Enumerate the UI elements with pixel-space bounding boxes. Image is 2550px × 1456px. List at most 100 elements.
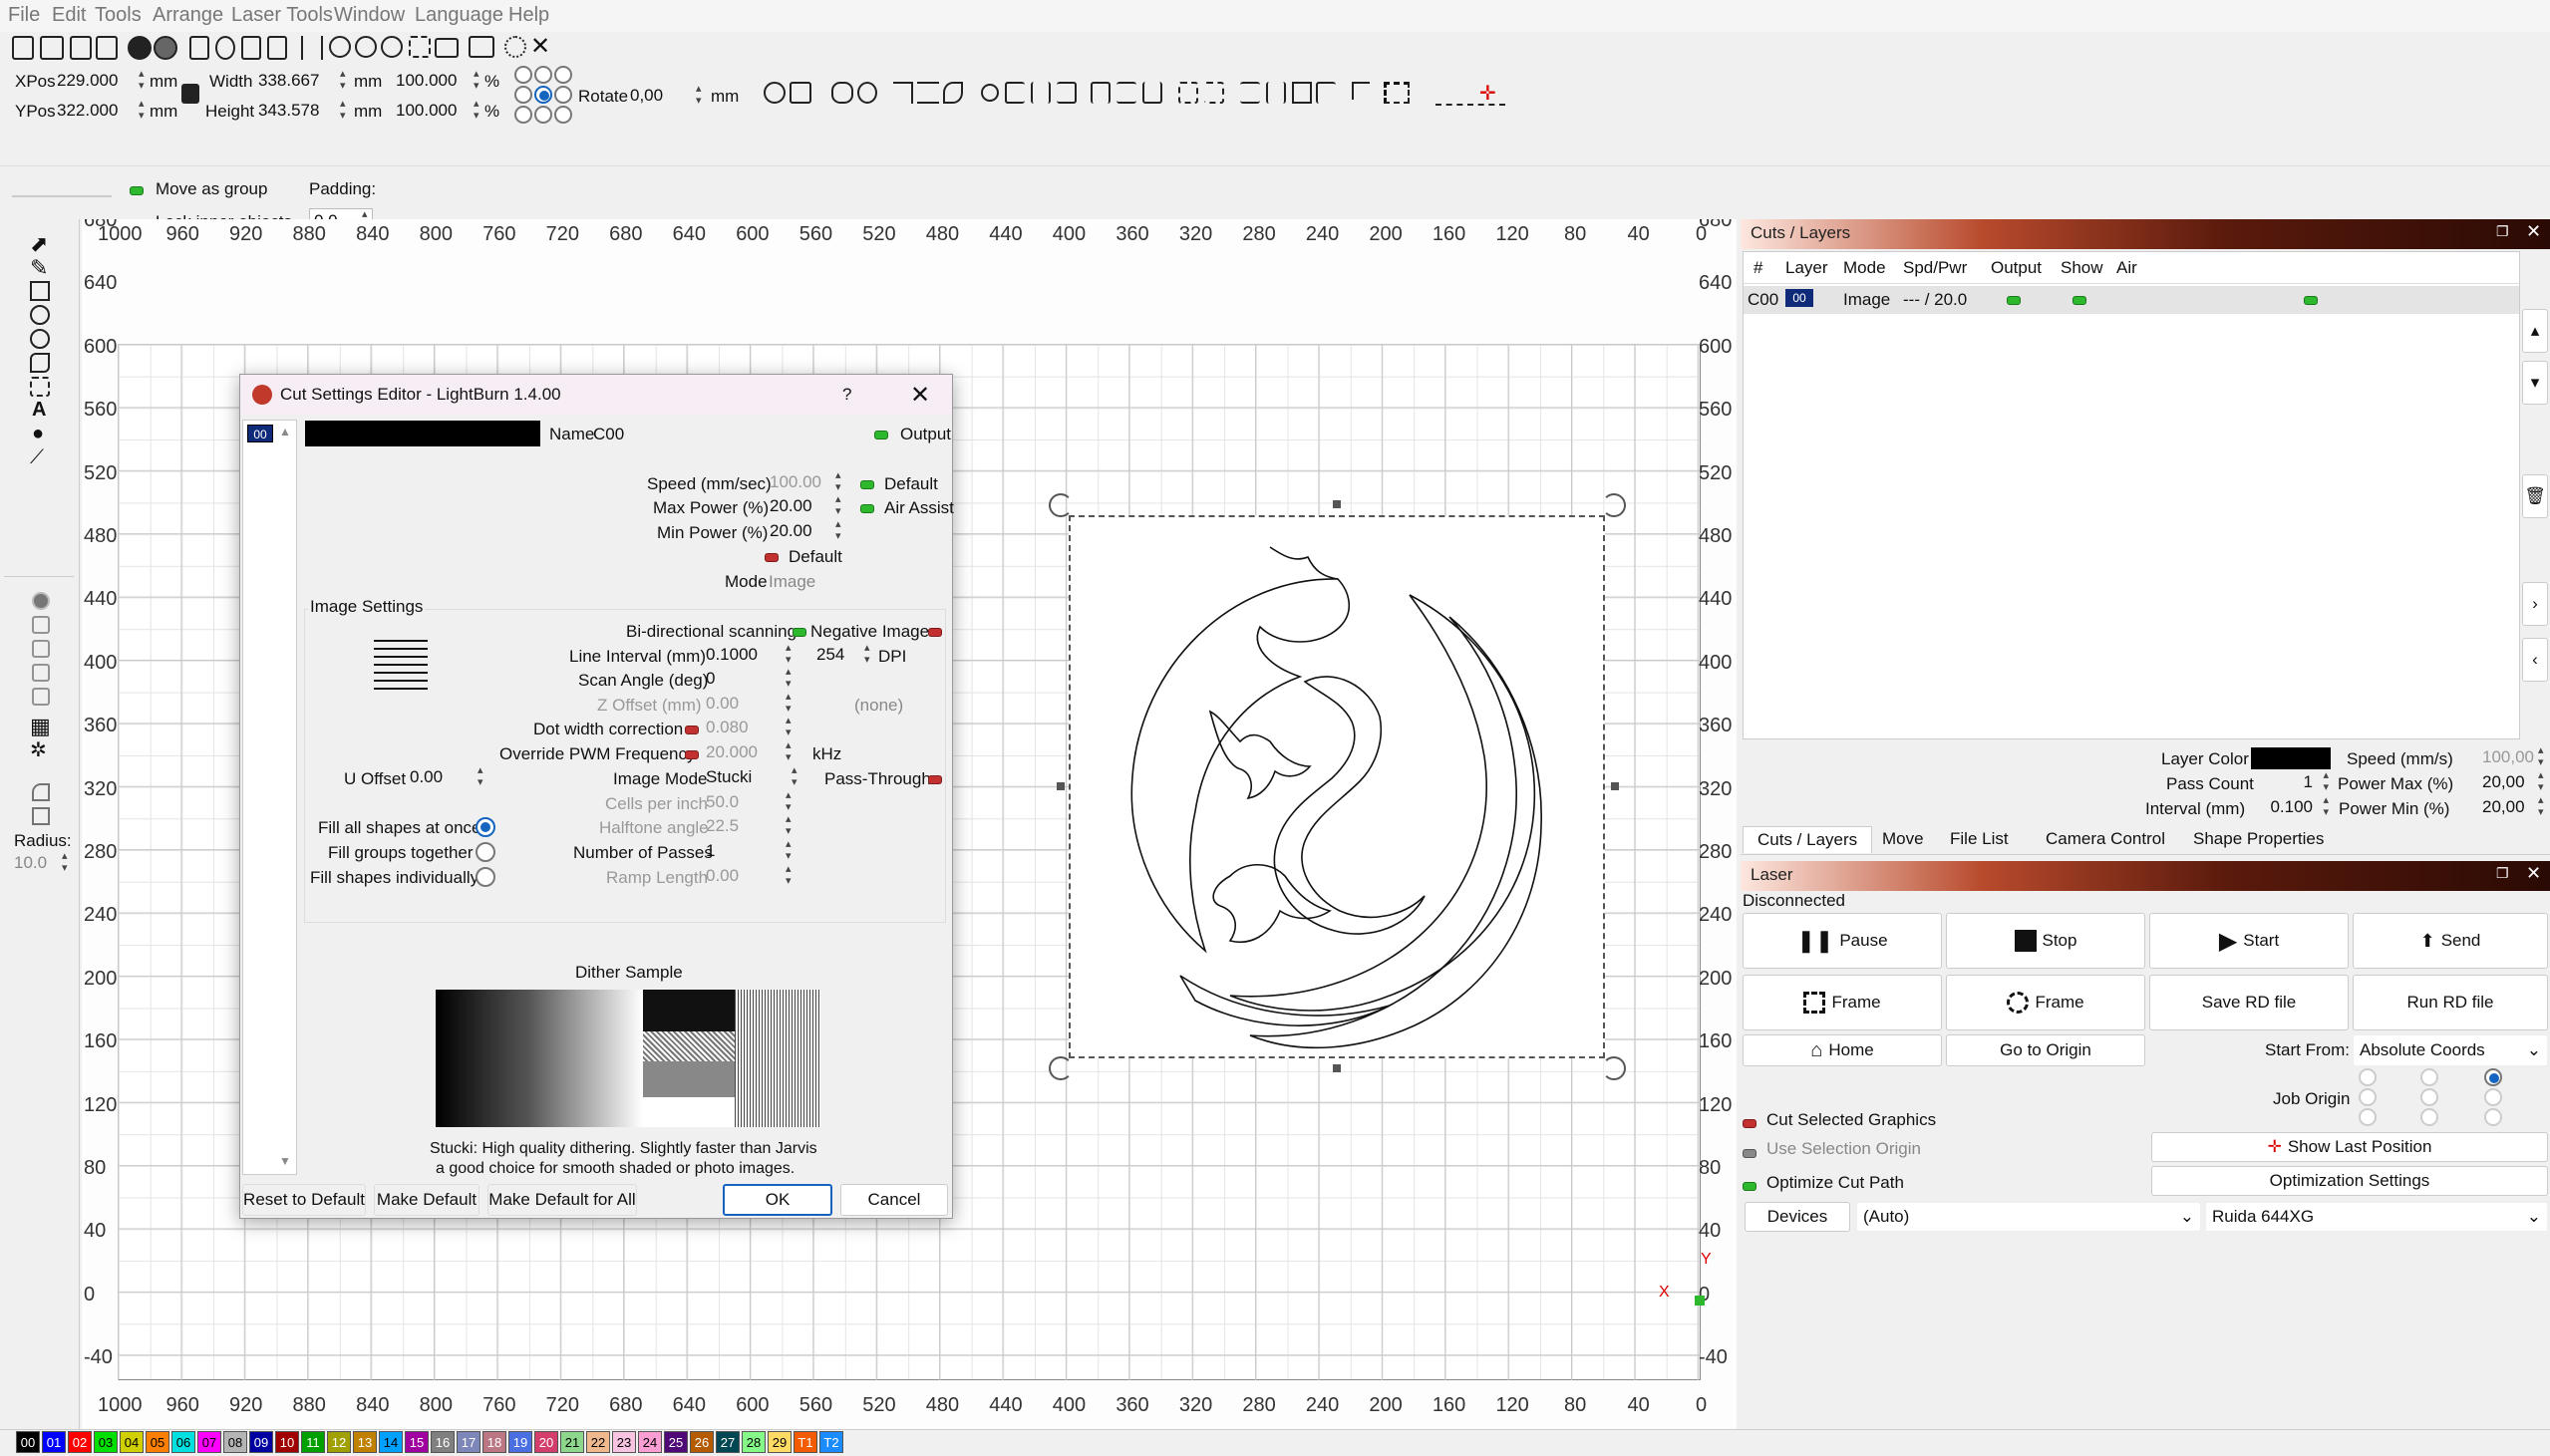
scale-handle-top[interactable]	[1333, 500, 1341, 508]
tab-camera-control[interactable]: Camera Control	[2032, 826, 2179, 852]
chamfer-icon[interactable]	[32, 807, 50, 825]
start-button[interactable]: ▶ Start	[2149, 913, 2349, 969]
palette-swatch-08[interactable]: 08	[223, 1431, 247, 1453]
align-left-icon[interactable]	[1005, 82, 1025, 104]
cut-icon[interactable]	[215, 36, 235, 60]
distribute-v-icon[interactable]	[1204, 82, 1224, 104]
cancel-button[interactable]: Cancel	[840, 1184, 948, 1216]
u-offset-input[interactable]: 0.00	[406, 764, 487, 791]
align-vcenter-icon[interactable]	[1116, 82, 1136, 104]
ok-button[interactable]: OK	[723, 1184, 832, 1216]
weld-icon[interactable]	[32, 664, 50, 682]
rounded-corner-icon[interactable]	[32, 783, 50, 801]
fill-individually-radio[interactable]	[476, 867, 495, 887]
redo-icon[interactable]	[154, 36, 177, 60]
palette-swatch-18[interactable]: 18	[482, 1431, 506, 1453]
rotate-handle-tl[interactable]	[1049, 493, 1073, 517]
palette-swatch-19[interactable]: 19	[508, 1431, 532, 1453]
tab-shape-properties[interactable]: Shape Properties	[2179, 826, 2338, 852]
undo-icon[interactable]	[128, 36, 152, 60]
select-tool-icon[interactable]: ⬈	[30, 231, 48, 257]
palette-swatch-21[interactable]: 21	[560, 1431, 584, 1453]
min-power-input[interactable]: 20.00	[766, 518, 845, 545]
corner-icon[interactable]	[1352, 82, 1370, 100]
ungroup-icon[interactable]	[857, 82, 877, 104]
copy-icon[interactable]	[189, 36, 209, 60]
make-default-button[interactable]: Make Default	[374, 1184, 479, 1216]
line-interval-input[interactable]: 0.1000	[702, 642, 796, 669]
step-icon[interactable]	[1384, 82, 1410, 104]
power-min-input[interactable]: 20,00	[2478, 794, 2548, 821]
job-origin-grid[interactable]	[2359, 1068, 2518, 1126]
palette-swatch-13[interactable]: 13	[353, 1431, 377, 1453]
scan-angle-input[interactable]: 0	[702, 666, 796, 693]
layer-color-swatch-panel[interactable]	[2251, 747, 2331, 769]
palette-swatch-20[interactable]: 20	[534, 1431, 558, 1453]
rotate-icon[interactable]	[943, 82, 963, 104]
run-rd-button[interactable]: Run RD file	[2353, 975, 2548, 1030]
width-pct-input[interactable]: 100.000	[392, 68, 483, 95]
zoom-out-icon[interactable]	[355, 36, 377, 58]
dot-width-toggle[interactable]	[685, 726, 699, 735]
palette-swatch-16[interactable]: 16	[431, 1431, 455, 1453]
layer-delete-icon[interactable]: 🗑	[2522, 474, 2548, 518]
pause-button[interactable]: ❚❚ Pause	[1743, 913, 1942, 969]
flip-h-icon[interactable]	[893, 82, 913, 104]
new-file-icon[interactable]	[12, 36, 34, 60]
width-input[interactable]: 338.667	[254, 68, 350, 95]
laser-float-icon[interactable]: ❐	[2496, 865, 2509, 882]
align-bottom-icon[interactable]	[1142, 82, 1162, 104]
speed-input[interactable]: 100.00	[766, 469, 845, 496]
dpi-input[interactable]: 254	[812, 642, 874, 669]
name-input[interactable]: C00	[593, 425, 624, 444]
home-button[interactable]: ⌂ Home	[1743, 1034, 1942, 1066]
position-pin-icon[interactable]: ●	[32, 423, 44, 445]
xpos-input[interactable]: 229.000	[53, 68, 149, 95]
frame-button[interactable]: Frame	[1743, 975, 1942, 1030]
paste-icon[interactable]	[241, 36, 261, 60]
menu-window[interactable]: Window	[334, 4, 405, 27]
palette-swatch-29[interactable]: 29	[768, 1431, 792, 1453]
height-input[interactable]: 343.578	[254, 98, 350, 125]
cut-selected-toggle[interactable]	[1743, 1119, 1756, 1129]
speed-prop-input[interactable]: 100,00	[2478, 744, 2548, 771]
save-rd-button[interactable]: Save RD file	[2149, 975, 2349, 1030]
delete-icon[interactable]	[267, 36, 287, 60]
pass-count-input[interactable]: 1	[2251, 769, 2331, 796]
start-from-select[interactable]: Absolute Coords ⌄	[2353, 1034, 2548, 1066]
zoom-fit-icon[interactable]	[381, 36, 403, 58]
fill-groups-radio[interactable]	[476, 842, 495, 862]
go-origin-button[interactable]: Go to Origin	[1946, 1034, 2145, 1066]
palette-swatch-14[interactable]: 14	[379, 1431, 403, 1453]
shape-tool-icon[interactable]	[30, 353, 50, 373]
menu-edit[interactable]: Edit	[52, 4, 86, 27]
palette-swatch-T1[interactable]: T1	[794, 1431, 817, 1453]
device-port-select[interactable]: (Auto) ⌄	[1856, 1202, 2201, 1232]
space-v-icon[interactable]	[1266, 82, 1286, 104]
row-air-toggle[interactable]	[2304, 296, 2318, 306]
space-h-icon[interactable]	[1240, 82, 1260, 104]
camera-icon[interactable]	[435, 38, 459, 58]
boolean-intersect-icon[interactable]	[32, 640, 50, 658]
palette-swatch-03[interactable]: 03	[94, 1431, 118, 1453]
offset-icon[interactable]	[32, 688, 50, 706]
tab-move[interactable]: Move	[1868, 826, 1938, 852]
measure-tool-icon[interactable]: ⟋	[30, 446, 44, 469]
palette-swatch-25[interactable]: 25	[664, 1431, 688, 1453]
menu-help[interactable]: Help	[508, 4, 549, 27]
optimization-settings-button[interactable]: Optimization Settings	[2151, 1166, 2548, 1196]
palette-swatch-09[interactable]: 09	[249, 1431, 273, 1453]
scale-handle-left[interactable]	[1057, 782, 1065, 790]
default-speed-toggle[interactable]	[860, 480, 874, 490]
move-as-group-toggle[interactable]	[130, 186, 144, 196]
scale-handle-bottom[interactable]	[1333, 1064, 1341, 1072]
rectangle-tool-icon[interactable]	[30, 281, 50, 301]
flip-icon[interactable]	[764, 82, 786, 104]
palette-swatch-00[interactable]: 00	[16, 1431, 40, 1453]
air-assist-toggle[interactable]	[860, 504, 874, 514]
dialog-layer-list[interactable]: 00 ▲ ▼	[242, 420, 297, 1175]
palette-swatch-06[interactable]: 06	[171, 1431, 195, 1453]
pwm-toggle[interactable]	[685, 750, 699, 760]
make-default-all-button[interactable]: Make Default for All	[487, 1184, 637, 1216]
cuts-float-icon[interactable]: ❐	[2496, 223, 2509, 240]
